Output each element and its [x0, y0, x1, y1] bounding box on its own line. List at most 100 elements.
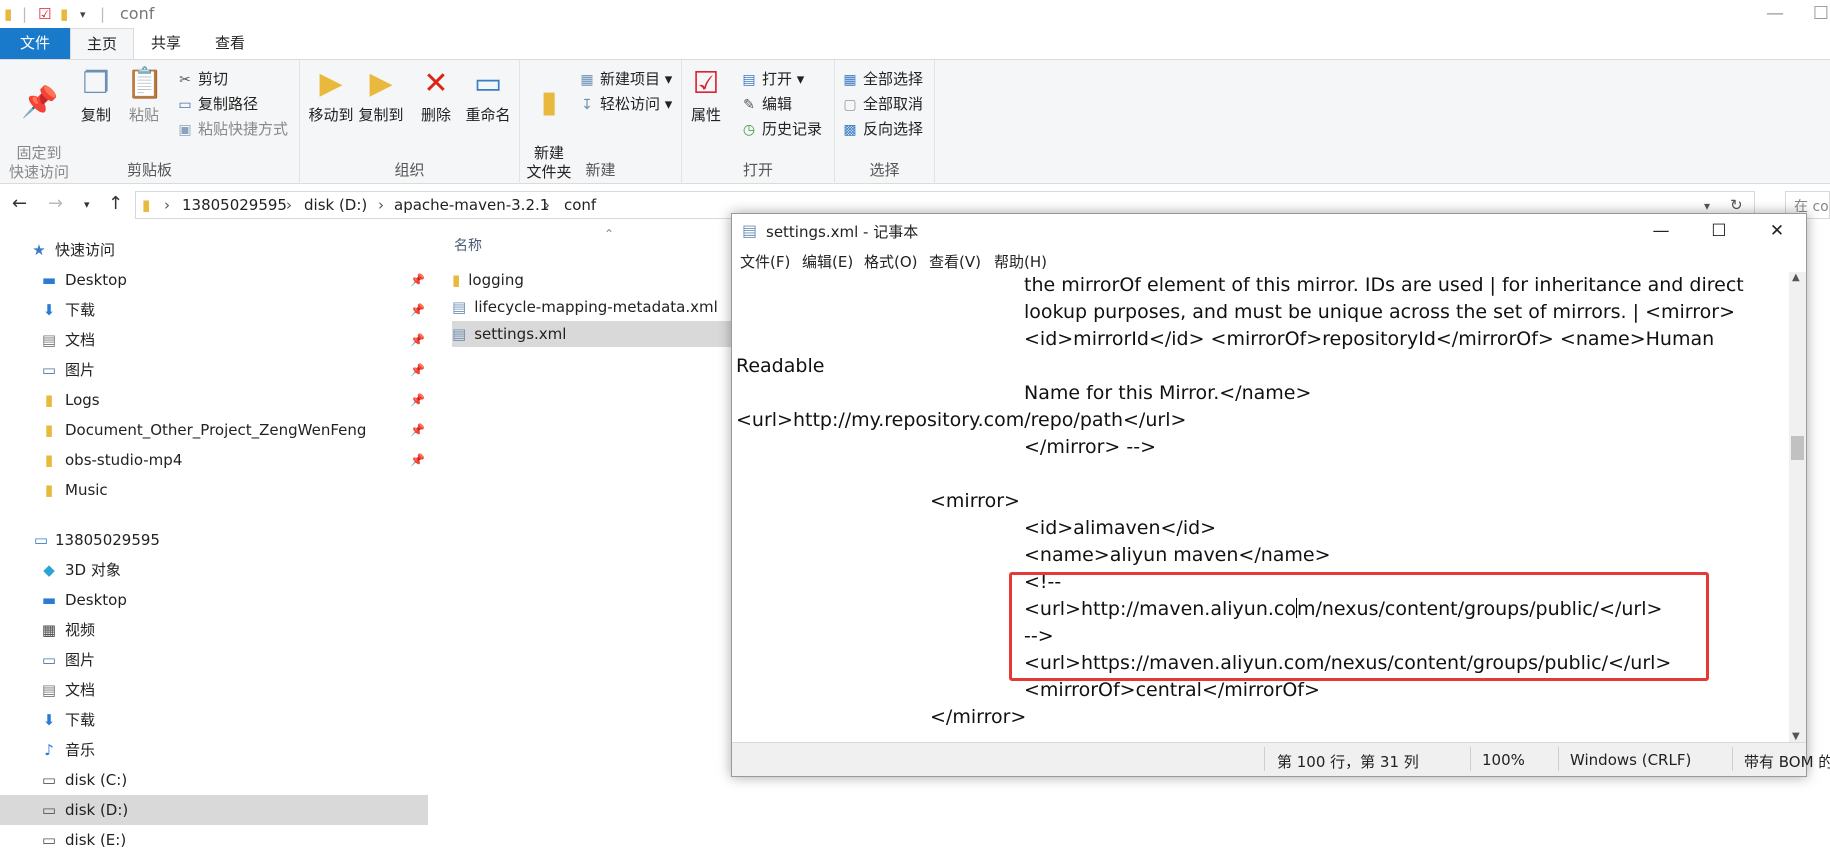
nav-disk-c[interactable]: ▭ disk (C:) [0, 765, 428, 795]
menu-format[interactable]: 格式(O) [864, 251, 918, 272]
tab-view[interactable]: 查看 [198, 28, 262, 59]
file-name: logging [468, 271, 524, 289]
nav-pc-music[interactable]: ♪ 音乐 [0, 735, 428, 765]
column-header-name[interactable]: 名称 [454, 235, 482, 255]
nav-document-other[interactable]: ▮ Document_Other_Project_ZengWenFeng 📌 [0, 415, 428, 445]
menu-help[interactable]: 帮助(H) [994, 251, 1047, 272]
nav-pc-documents[interactable]: ▤ 文档 [0, 675, 428, 705]
pin-icon[interactable]: 📌 [410, 385, 425, 415]
pin-icon[interactable]: 📌 [410, 295, 425, 325]
pin-icon[interactable]: 📌 [410, 325, 425, 355]
copy-path-button[interactable]: ▭ 复制路径 [176, 93, 258, 115]
nav-pc-pictures[interactable]: ▭ 图片 [0, 645, 428, 675]
up-arrow-icon[interactable]: ↑ [108, 193, 123, 214]
tab-home[interactable]: 主页 [70, 28, 134, 59]
pin-icon[interactable]: 📌 [410, 265, 425, 295]
copy-button[interactable]: ❐ 复制 [74, 66, 118, 125]
select-all-button[interactable]: ▦ 全部选择 [841, 68, 923, 90]
list-item[interactable]: ▤ settings.xml [452, 321, 752, 347]
nav-label: disk (E:) [65, 831, 127, 849]
nav-videos[interactable]: ▦ 视频 [0, 615, 428, 645]
breadcrumb-disk-d[interactable]: disk (D:) [304, 196, 367, 214]
paste-button[interactable]: 📋 粘贴 [122, 66, 166, 125]
nav-label: Document_Other_Project_ZengWenFeng [65, 421, 367, 439]
pin-icon[interactable]: 📌 [410, 445, 425, 475]
tab-share[interactable]: 共享 [134, 28, 198, 59]
nav-3d-objects[interactable]: ◆ 3D 对象 [0, 555, 428, 585]
nav-label: Logs [65, 391, 100, 409]
nav-label: disk (C:) [65, 771, 128, 789]
list-item[interactable]: ▮ logging [452, 267, 752, 293]
breadcrumb-pc[interactable]: 13805029595 [182, 196, 287, 214]
properties-icon[interactable]: ☑ [38, 5, 51, 23]
edit-label: 编辑 [762, 95, 793, 113]
nav-logs[interactable]: ▮ Logs 📌 [0, 385, 428, 415]
back-arrow-icon[interactable]: ← [12, 193, 27, 214]
breadcrumb-maven[interactable]: apache-maven-3.2.1 [394, 196, 549, 214]
forward-arrow-icon[interactable]: → [48, 193, 63, 214]
address-dropdown-icon[interactable]: ▾ [1704, 199, 1710, 213]
copy-to-button[interactable]: ▶ 复制到 [356, 66, 406, 125]
menu-view[interactable]: 查看(V) [929, 251, 981, 272]
rename-button[interactable]: ▭ 重命名 [462, 66, 514, 125]
nav-label: 下载 [65, 301, 96, 319]
rename-label: 重命名 [465, 106, 511, 124]
open-button[interactable]: ▤ 打开 ▾ [740, 68, 804, 90]
nav-pictures[interactable]: ▭ 图片 📌 [0, 355, 428, 385]
computer-icon: ▭ [33, 531, 49, 549]
pin-icon[interactable]: 📌 [410, 355, 425, 385]
move-to-button[interactable]: ▶ 移动到 [306, 66, 356, 125]
minimize-icon[interactable]: — [1752, 0, 1798, 28]
pin-icon: 📌 [21, 85, 59, 120]
customize-quick-access-icon[interactable]: ▾ [80, 8, 86, 26]
history-button[interactable]: ◷ 历史记录 [740, 118, 822, 140]
scroll-down-icon[interactable]: ▼ [1792, 731, 1800, 742]
nav-desktop[interactable]: ▬ Desktop 📌 [0, 265, 428, 295]
move-to-icon: ▶ [319, 66, 343, 101]
easy-access-button[interactable]: ↧ 轻松访问 ▾ [578, 93, 672, 115]
paste-shortcut-button[interactable]: ▣ 粘贴快捷方式 [176, 118, 288, 140]
nav-music[interactable]: ▮ Music [0, 475, 428, 505]
refresh-icon[interactable]: ↻ [1730, 196, 1743, 214]
nav-documents[interactable]: ▤ 文档 📌 [0, 325, 428, 355]
menu-file[interactable]: 文件(F) [740, 251, 790, 272]
scroll-up-icon[interactable]: ▲ [1792, 272, 1800, 283]
nav-quick-access[interactable]: ★ 快速访问 [0, 235, 428, 265]
copy-icon: ❐ [82, 66, 110, 101]
maximize-icon[interactable]: ☐ [1798, 0, 1830, 28]
breadcrumb-conf[interactable]: conf [564, 196, 596, 214]
new-folder-icon[interactable]: ▮ [60, 5, 68, 23]
close-icon[interactable]: ✕ [1748, 214, 1806, 248]
edit-button[interactable]: ✎ 编辑 [740, 93, 792, 115]
pin-icon[interactable]: 📌 [410, 415, 425, 445]
text-line: <url>http://my.repository.com/repo/path<… [736, 409, 1187, 431]
select-none-button[interactable]: ▢ 全部取消 [841, 93, 923, 115]
recent-locations-icon[interactable]: ▾ [84, 198, 90, 211]
new-item-button[interactable]: ▦ 新建项目 ▾ [578, 68, 672, 90]
menu-edit[interactable]: 编辑(E) [802, 251, 853, 272]
properties-button[interactable]: ☑ 属性 [686, 66, 726, 125]
maximize-icon[interactable]: ☐ [1690, 214, 1748, 248]
minimize-icon[interactable]: — [1632, 214, 1690, 248]
nav-pc-desktop[interactable]: ▬ Desktop [0, 585, 428, 615]
nav-disk-d[interactable]: ▭ disk (D:) [0, 795, 428, 825]
nav-obs-studio[interactable]: ▮ obs-studio-mp4 📌 [0, 445, 428, 475]
new-folder-icon: ▮ [540, 85, 558, 120]
cut-button[interactable]: ✂ 剪切 [176, 68, 228, 90]
nav-label: 3D 对象 [65, 561, 121, 579]
copy-to-label: 复制到 [358, 106, 404, 124]
notepad-title-bar[interactable]: ▤ settings.xml - 记事本 — ☐ ✕ [732, 214, 1806, 248]
list-item[interactable]: ▤ lifecycle-mapping-metadata.xml [452, 294, 752, 320]
invert-selection-button[interactable]: ▩ 反向选择 [841, 118, 923, 140]
nav-disk-e[interactable]: ▭ disk (E:) [0, 825, 428, 855]
delete-button[interactable]: ✕ 删除 [414, 66, 458, 125]
easy-access-label: 轻松访问 [600, 95, 661, 113]
vertical-scrollbar[interactable]: ▲ ▼ [1789, 272, 1806, 742]
nav-pc-downloads[interactable]: ⬇ 下载 [0, 705, 428, 735]
properties-label: 属性 [690, 106, 721, 124]
drive-icon: ▭ [41, 801, 57, 819]
scrollbar-thumb[interactable] [1791, 436, 1804, 460]
nav-this-pc[interactable]: ▭ 13805029595 [0, 525, 428, 555]
nav-downloads[interactable]: ⬇ 下载 📌 [0, 295, 428, 325]
tab-file[interactable]: 文件 [0, 28, 70, 59]
